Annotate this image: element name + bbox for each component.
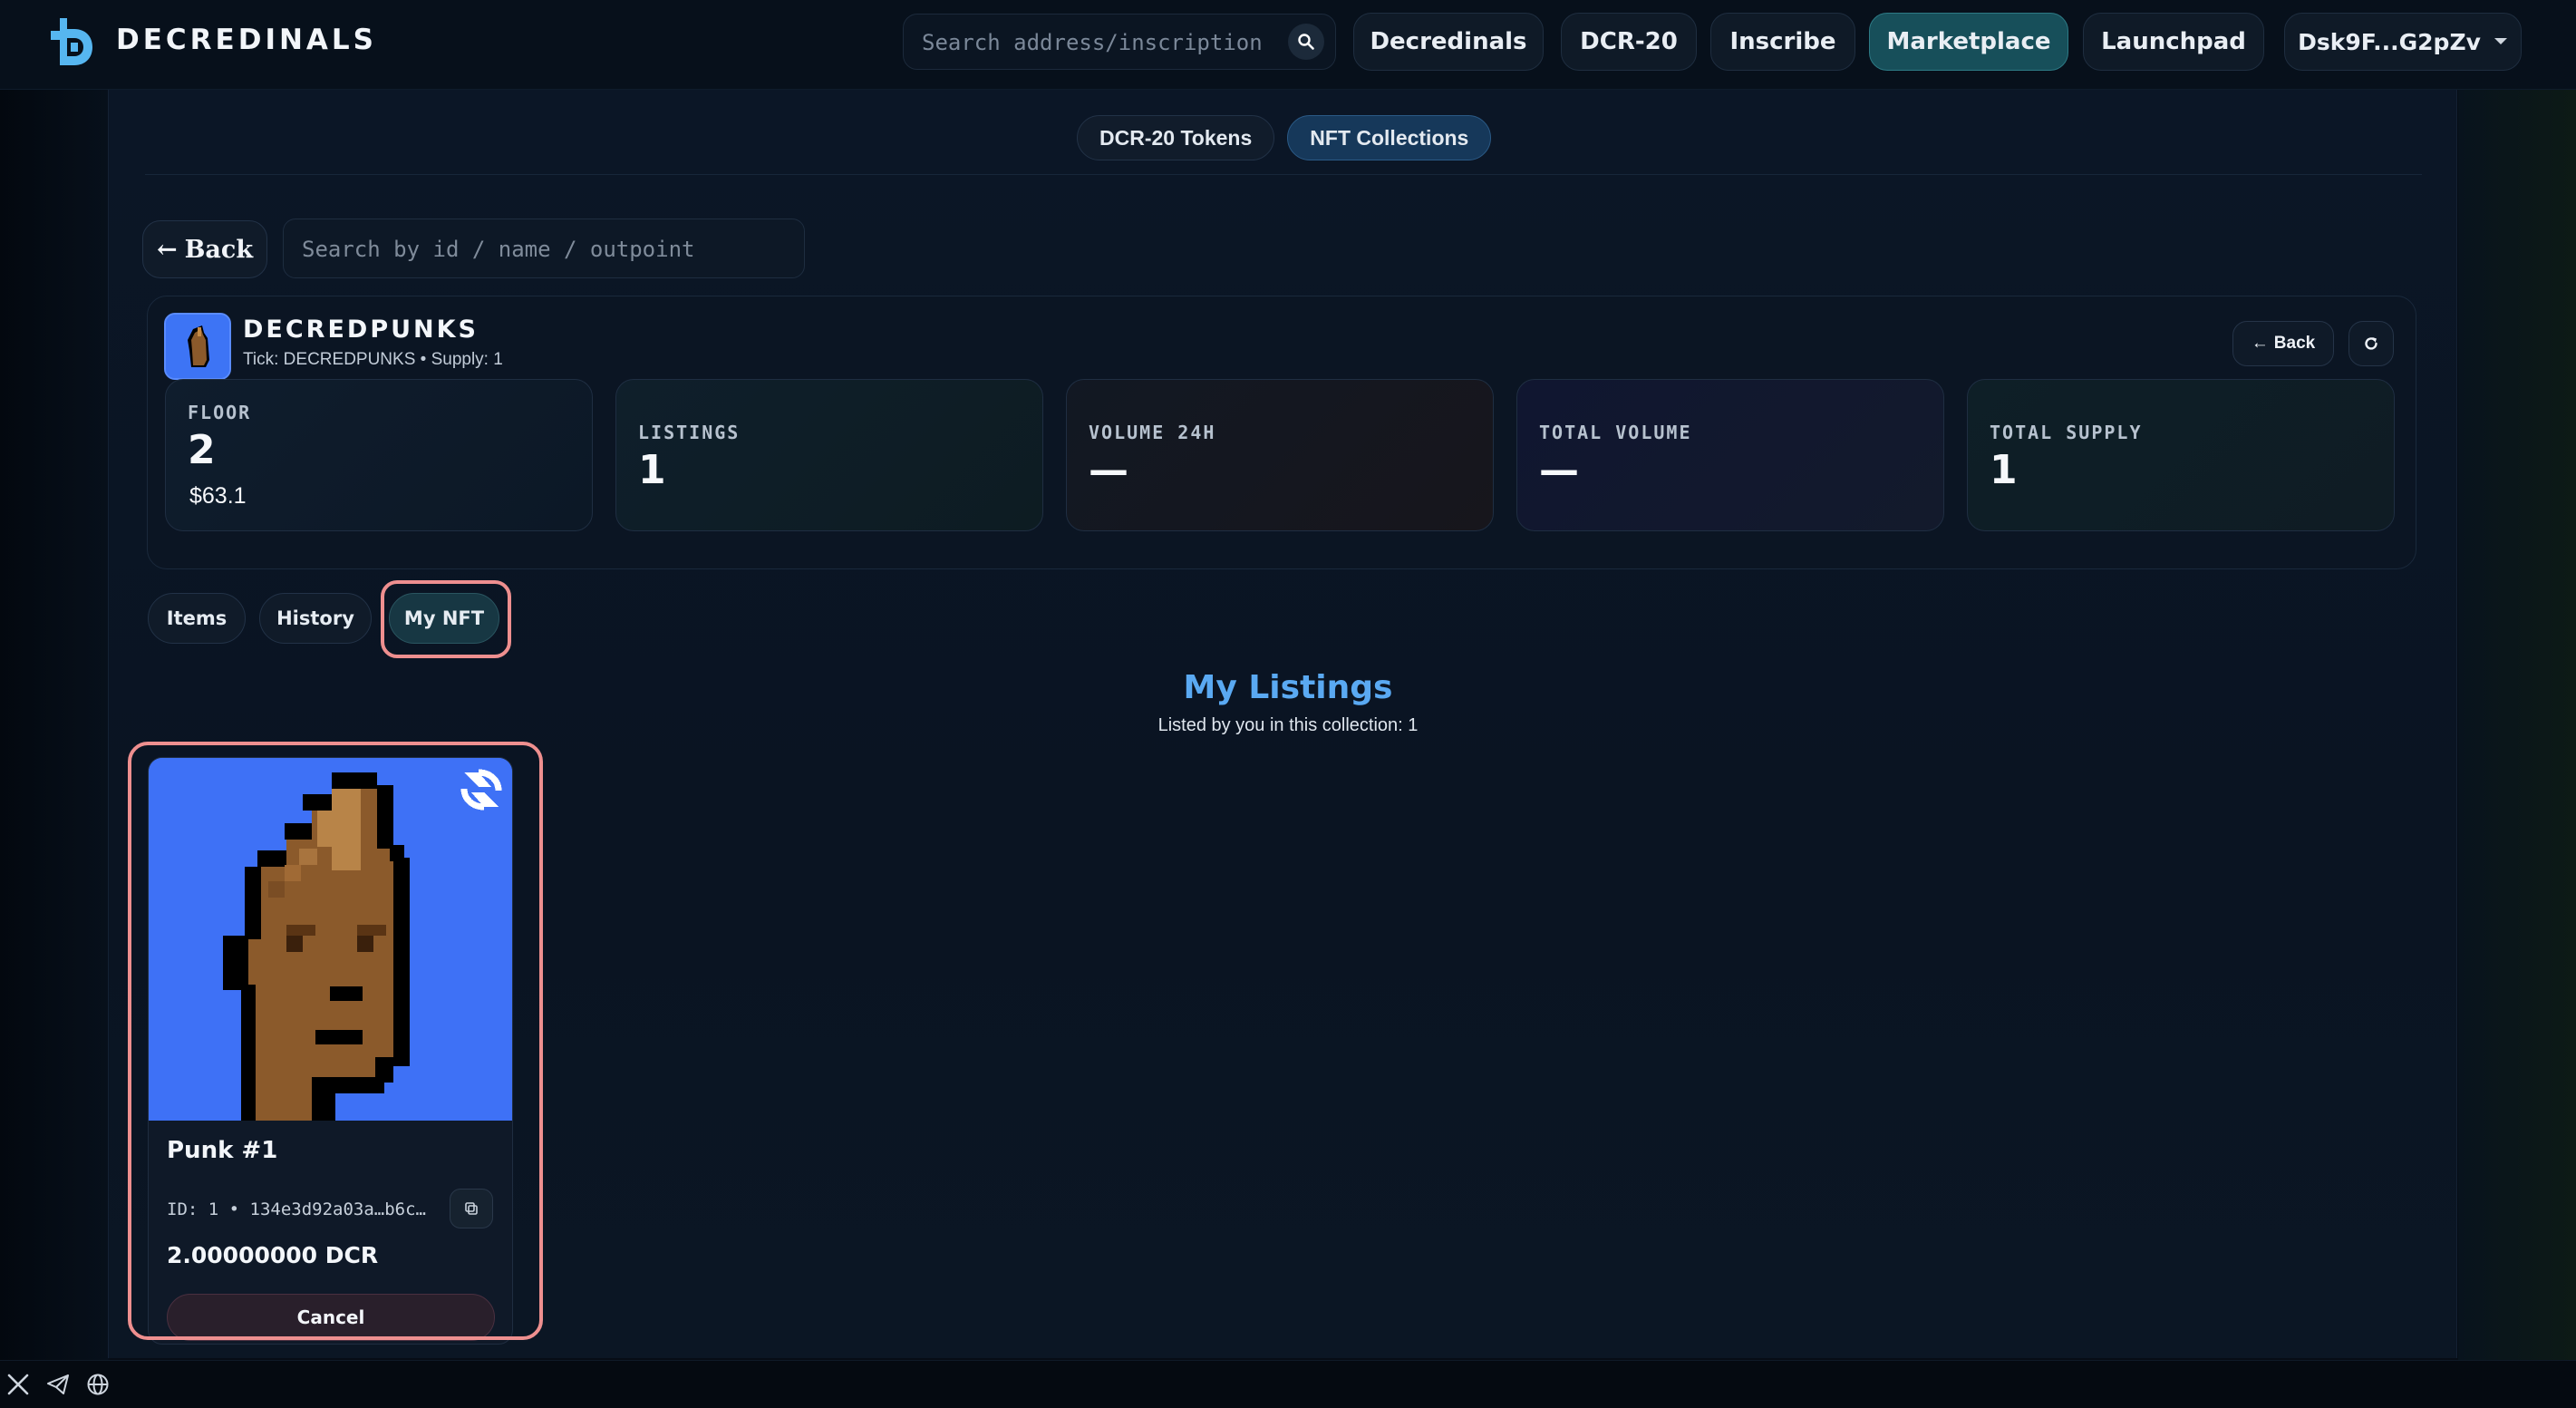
search-button[interactable]	[1288, 24, 1324, 60]
decredinals-logo-icon	[51, 18, 92, 65]
market-tabs: DCR-20 Tokens NFT Collections	[1077, 115, 1492, 160]
stat-volume-24h: VOLUME 24H —	[1066, 379, 1494, 531]
my-listings-title: My Listings	[1183, 669, 1393, 706]
stat-total-volume-label: TOTAL VOLUME	[1539, 422, 1692, 443]
global-search	[903, 14, 1336, 71]
my-listings-subtitle: Listed by you in this collection: 1	[1157, 715, 1419, 735]
stat-total-supply-value: 1	[1990, 447, 2018, 493]
tab-highlight-outline	[381, 580, 511, 658]
brand-logo[interactable]: DECREDINALS	[47, 13, 377, 67]
refresh-icon	[2365, 337, 2377, 350]
collection-search	[283, 218, 805, 279]
stat-volume-24h-value: —	[1089, 447, 1128, 493]
wallet-address: Dsk9F...G2pZv	[2298, 28, 2481, 55]
global-search-input[interactable]	[920, 15, 1268, 71]
collection-search-input[interactable]	[300, 219, 793, 279]
nav-marketplace[interactable]: Marketplace	[1869, 13, 2068, 71]
back-button-label: Back	[184, 235, 254, 264]
chevron-down-icon	[2494, 38, 2507, 44]
punk-thumbnail-icon	[166, 315, 229, 378]
arrow-left-icon: ←	[2251, 334, 2269, 353]
stat-listings: LISTINGS 1	[615, 379, 1043, 531]
nav-decredinals[interactable]: Decredinals	[1353, 13, 1544, 71]
nav-launchpad[interactable]: Launchpad	[2083, 13, 2264, 71]
top-navbar: DECREDINALS Decredinals DCR-20 Inscribe …	[0, 0, 2576, 90]
stat-listings-label: LISTINGS	[638, 422, 741, 443]
footer-bar	[0, 1360, 2576, 1408]
nav-inscribe[interactable]: Inscribe	[1710, 13, 1855, 71]
tab-items[interactable]: Items	[148, 593, 246, 644]
tab-history[interactable]: History	[259, 593, 372, 644]
collection-avatar	[164, 313, 231, 380]
brand-name: DECREDINALS	[116, 24, 377, 56]
stat-total-supply: TOTAL SUPPLY 1	[1967, 379, 2395, 531]
stat-floor: FLOOR 2 $63.1	[165, 379, 593, 531]
arrow-left-icon: ←	[156, 235, 178, 264]
stat-floor-usd: $63.1	[189, 483, 247, 509]
refresh-button[interactable]	[2348, 321, 2394, 366]
stat-total-volume-value: —	[1539, 447, 1579, 493]
section-divider	[145, 174, 2422, 175]
social-links	[5, 1372, 111, 1397]
back-button[interactable]: ← Back	[142, 220, 267, 278]
tab-nft-collections[interactable]: NFT Collections	[1287, 115, 1492, 160]
stat-floor-label: FLOOR	[188, 402, 252, 423]
collection-subtitle: Tick: DECREDPUNKS • Supply: 1	[243, 350, 503, 369]
telegram-icon[interactable]	[45, 1372, 71, 1397]
stat-floor-value: 2	[188, 427, 216, 473]
collection-back-button[interactable]: ← Back	[2232, 321, 2334, 366]
search-icon	[1298, 34, 1314, 50]
stat-listings-value: 1	[638, 447, 666, 493]
stat-volume-24h-label: VOLUME 24H	[1089, 422, 1216, 443]
tab-dcr-20-tokens[interactable]: DCR-20 Tokens	[1077, 115, 1275, 160]
x-icon[interactable]	[5, 1372, 31, 1397]
nav-dcr-20[interactable]: DCR-20	[1561, 13, 1697, 71]
stat-total-volume: TOTAL VOLUME —	[1516, 379, 1944, 531]
collection-name: DECREDPUNKS	[243, 316, 479, 344]
wallet-button[interactable]: Dsk9F...G2pZv	[2284, 13, 2522, 71]
globe-icon[interactable]	[85, 1372, 111, 1397]
collection-back-label: Back	[2273, 334, 2316, 353]
card-highlight-outline	[128, 742, 543, 1340]
stat-total-supply-label: TOTAL SUPPLY	[1990, 422, 2143, 443]
